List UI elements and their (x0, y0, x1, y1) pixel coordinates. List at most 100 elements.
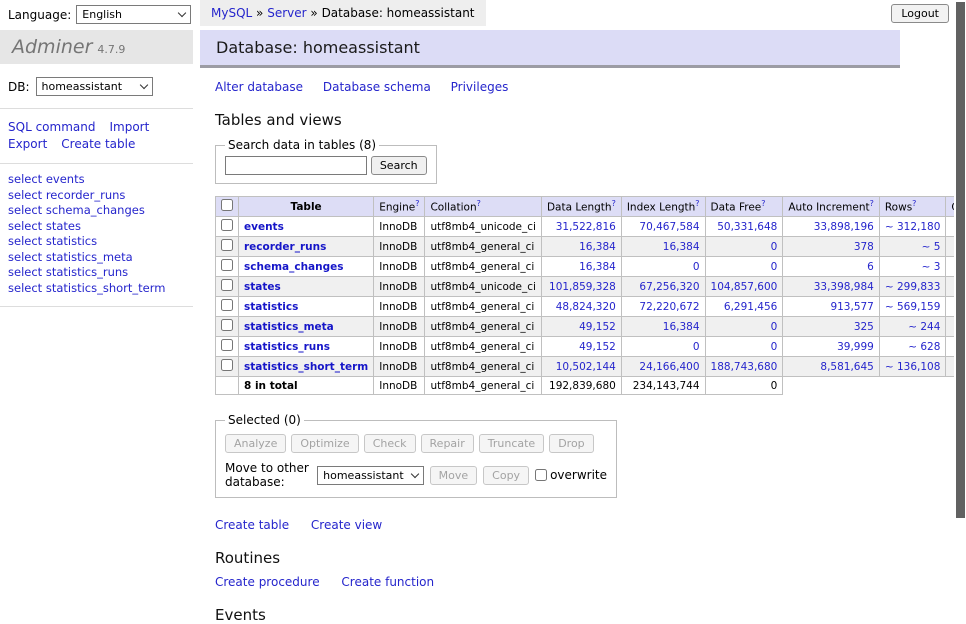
table-link[interactable]: statistics_short_term (244, 361, 368, 373)
drop-button[interactable]: Drop (549, 434, 593, 453)
row-checkbox[interactable] (221, 359, 233, 371)
table-link[interactable]: statistics_runs (244, 341, 330, 353)
data-free-cell[interactable]: 0 (705, 257, 783, 277)
data-length-cell[interactable]: 10,502,144 (541, 357, 621, 377)
data-free-cell[interactable]: 0 (705, 337, 783, 357)
data-free-cell[interactable]: 0 (705, 237, 783, 257)
optimize-button[interactable]: Optimize (291, 434, 358, 453)
row-checkbox[interactable] (221, 219, 233, 231)
rows-help-link[interactable]: ? (912, 199, 916, 208)
auto-increment-cell[interactable]: 325 (783, 317, 880, 337)
index-length-cell[interactable]: 70,467,584 (621, 217, 705, 237)
row-checkbox[interactable] (221, 299, 233, 311)
row-checkbox[interactable] (221, 339, 233, 351)
rows-cell[interactable]: ~ 299,833 (879, 277, 946, 297)
sidebar-item-sql-command[interactable]: SQL command (8, 120, 95, 134)
auto-increment-cell[interactable]: 6 (783, 257, 880, 277)
table-link[interactable]: states (244, 281, 281, 293)
check-button[interactable]: Check (364, 434, 416, 453)
sidebar-item-select-recorder-runs[interactable]: select recorder_runs (8, 188, 185, 204)
sidebar-item-select-events[interactable]: select events (8, 172, 185, 188)
auto-increment-cell[interactable]: 8,581,645 (783, 357, 880, 377)
auto-increment-help-link[interactable]: ? (870, 199, 874, 208)
search-button[interactable]: Search (371, 156, 427, 175)
data-free-help-link[interactable]: ? (761, 199, 765, 208)
auto-increment-cell[interactable]: 33,398,984 (783, 277, 880, 297)
privileges-link[interactable]: Privileges (451, 80, 509, 94)
data-free-cell[interactable]: 0 (705, 317, 783, 337)
breadcrumb-mysql-link[interactable]: MySQL (211, 6, 252, 20)
sidebar-item-select-statistics-short-term[interactable]: select statistics_short_term (8, 281, 185, 297)
rows-cell[interactable]: ~ 312,180 (879, 217, 946, 237)
auto-increment-cell[interactable]: 33,898,196 (783, 217, 880, 237)
db-select[interactable]: homeassistant (36, 77, 153, 96)
data-free-cell[interactable]: 50,331,648 (705, 217, 783, 237)
alter-database-link[interactable]: Alter database (215, 80, 303, 94)
sidebar-item-select-statistics[interactable]: select statistics (8, 234, 185, 250)
move-database-select[interactable]: homeassistant (317, 466, 424, 485)
auto-increment-cell[interactable]: 39,999 (783, 337, 880, 357)
overwrite-checkbox[interactable] (535, 469, 547, 481)
rows-cell[interactable]: ~ 628 (879, 337, 946, 357)
index-length-cell[interactable]: 16,384 (621, 237, 705, 257)
select-all-checkbox[interactable] (221, 199, 233, 211)
table-link[interactable]: statistics_meta (244, 321, 334, 333)
rows-cell[interactable]: ~ 5 (879, 237, 946, 257)
engine-help-link[interactable]: ? (415, 199, 419, 208)
truncate-button[interactable]: Truncate (479, 434, 544, 453)
sidebar-item-import[interactable]: Import (109, 120, 149, 134)
sidebar-item-select-statistics-runs[interactable]: select statistics_runs (8, 265, 185, 281)
adminer-logo-link[interactable]: Adminer (12, 36, 92, 58)
sidebar-item-select-schema-changes[interactable]: select schema_changes (8, 203, 185, 219)
sidebar-item-select-statistics-meta[interactable]: select statistics_meta (8, 250, 185, 266)
data-length-cell[interactable]: 49,152 (541, 317, 621, 337)
create-procedure-link[interactable]: Create procedure (215, 575, 320, 589)
logout-button[interactable]: Logout (891, 4, 949, 23)
index-length-cell[interactable]: 24,166,400 (621, 357, 705, 377)
sidebar-item-create-table[interactable]: Create table (61, 137, 135, 151)
index-length-cell[interactable]: 67,256,320 (621, 277, 705, 297)
data-free-cell[interactable]: 188,743,680 (705, 357, 783, 377)
repair-button[interactable]: Repair (421, 434, 474, 453)
row-checkbox[interactable] (221, 319, 233, 331)
table-link[interactable]: statistics (244, 301, 298, 313)
row-checkbox[interactable] (221, 259, 233, 271)
table-link[interactable]: events (244, 221, 284, 233)
search-input[interactable] (225, 156, 367, 175)
index-length-cell[interactable]: 72,220,672 (621, 297, 705, 317)
data-free-cell[interactable]: 104,857,600 (705, 277, 783, 297)
data-length-cell[interactable]: 31,522,816 (541, 217, 621, 237)
data-free-cell[interactable]: 6,291,456 (705, 297, 783, 317)
rows-cell[interactable]: ~ 569,159 (879, 297, 946, 317)
scrollbar-thumb[interactable] (956, 2, 965, 518)
analyze-button[interactable]: Analyze (225, 434, 286, 453)
move-button[interactable]: Move (430, 466, 478, 485)
index-length-cell[interactable]: 0 (621, 257, 705, 277)
table-link[interactable]: recorder_runs (244, 241, 326, 253)
rows-cell[interactable]: ~ 244 (879, 317, 946, 337)
data-length-cell[interactable]: 49,152 (541, 337, 621, 357)
collation-help-link[interactable]: ? (477, 199, 481, 208)
index-length-cell[interactable]: 16,384 (621, 317, 705, 337)
data-length-cell[interactable]: 16,384 (541, 237, 621, 257)
table-link[interactable]: schema_changes (244, 261, 344, 273)
auto-increment-cell[interactable]: 378 (783, 237, 880, 257)
data-length-help-link[interactable]: ? (612, 199, 616, 208)
rows-cell[interactable]: ~ 136,108 (879, 357, 946, 377)
rows-cell[interactable]: ~ 3 (879, 257, 946, 277)
create-view-link[interactable]: Create view (311, 518, 382, 532)
sidebar-item-select-states[interactable]: select states (8, 219, 185, 235)
row-checkbox[interactable] (221, 279, 233, 291)
language-select[interactable]: English (76, 5, 191, 24)
sidebar-item-export[interactable]: Export (8, 137, 47, 151)
create-function-link[interactable]: Create function (341, 575, 434, 589)
data-length-cell[interactable]: 101,859,328 (541, 277, 621, 297)
row-checkbox[interactable] (221, 239, 233, 251)
data-length-cell[interactable]: 48,824,320 (541, 297, 621, 317)
auto-increment-cell[interactable]: 913,577 (783, 297, 880, 317)
copy-button[interactable]: Copy (483, 466, 529, 485)
index-length-cell[interactable]: 0 (621, 337, 705, 357)
create-table-link[interactable]: Create table (215, 518, 289, 532)
database-schema-link[interactable]: Database schema (323, 80, 431, 94)
breadcrumb-server-link[interactable]: Server (267, 6, 306, 20)
